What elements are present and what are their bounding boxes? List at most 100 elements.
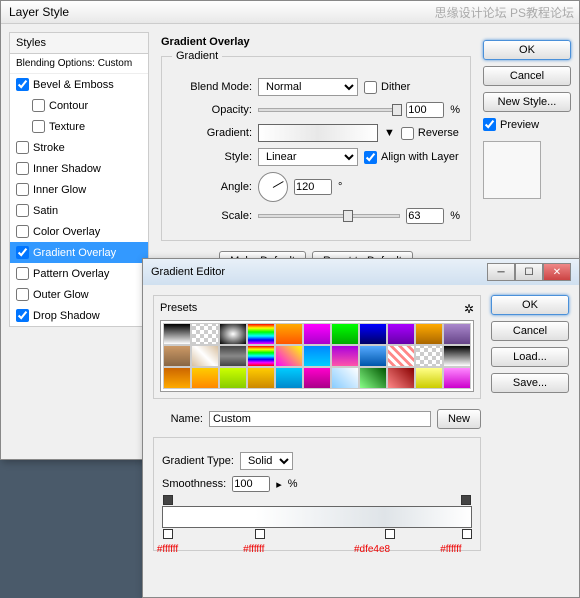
scale-input[interactable] <box>406 208 444 224</box>
align-label: Align with Layer <box>381 151 459 163</box>
blending-options-item[interactable]: Blending Options: Custom <box>10 54 148 74</box>
style-checkbox[interactable] <box>16 225 29 238</box>
preset-swatch[interactable] <box>275 323 303 345</box>
style-select[interactable]: Linear <box>258 148 358 166</box>
color-stop[interactable] <box>255 529 265 539</box>
preset-swatch[interactable] <box>443 323 471 345</box>
style-checkbox[interactable] <box>16 246 29 259</box>
opacity-stop[interactable] <box>461 495 471 505</box>
ge-ok-button[interactable]: OK <box>491 295 569 315</box>
style-item-outer-glow[interactable]: Outer Glow <box>10 284 148 305</box>
style-item-satin[interactable]: Satin <box>10 200 148 221</box>
stop-hex-label: #ffffff <box>243 544 264 555</box>
style-item-contour[interactable]: Contour <box>10 95 148 116</box>
preset-swatch[interactable] <box>163 323 191 345</box>
preset-swatch[interactable] <box>331 345 359 367</box>
preset-swatch[interactable] <box>219 345 247 367</box>
color-stop[interactable] <box>462 529 472 539</box>
preset-swatch[interactable] <box>415 367 443 389</box>
ge-cancel-button[interactable]: Cancel <box>491 321 569 341</box>
preset-swatch[interactable] <box>247 367 275 389</box>
style-item-bevel-emboss[interactable]: Bevel & Emboss <box>10 74 148 95</box>
preset-swatch[interactable] <box>247 345 275 367</box>
preset-swatch[interactable] <box>219 323 247 345</box>
pct-label: % <box>450 104 460 116</box>
style-checkbox[interactable] <box>16 78 29 91</box>
preset-swatch[interactable] <box>443 345 471 367</box>
ge-load-button[interactable]: Load... <box>491 347 569 367</box>
preset-swatch[interactable] <box>247 323 275 345</box>
cancel-button[interactable]: Cancel <box>483 66 571 86</box>
style-item-texture[interactable]: Texture <box>10 116 148 137</box>
new-gradient-button[interactable]: New <box>437 409 481 429</box>
align-checkbox[interactable] <box>364 151 377 164</box>
preset-swatch[interactable] <box>303 323 331 345</box>
style-checkbox[interactable] <box>16 183 29 196</box>
new-style-button[interactable]: New Style... <box>483 92 571 112</box>
ge-save-button[interactable]: Save... <box>491 373 569 393</box>
style-item-inner-glow[interactable]: Inner Glow <box>10 179 148 200</box>
preset-swatch[interactable] <box>191 345 219 367</box>
preset-swatch[interactable] <box>415 345 443 367</box>
preset-swatch[interactable] <box>303 345 331 367</box>
style-checkbox[interactable] <box>16 267 29 280</box>
preset-swatch[interactable] <box>191 367 219 389</box>
style-checkbox[interactable] <box>16 162 29 175</box>
color-stop[interactable] <box>163 529 173 539</box>
gradient-editor-titlebar[interactable]: Gradient Editor ─ ☐ ✕ <box>143 259 579 285</box>
preset-swatch[interactable] <box>359 345 387 367</box>
preset-swatch[interactable] <box>415 323 443 345</box>
preset-swatch[interactable] <box>387 367 415 389</box>
preset-swatch[interactable] <box>359 367 387 389</box>
preset-swatch[interactable] <box>275 367 303 389</box>
close-icon[interactable]: ✕ <box>543 263 571 281</box>
style-checkbox[interactable] <box>16 309 29 322</box>
preset-swatch[interactable] <box>359 323 387 345</box>
preset-swatch[interactable] <box>163 367 191 389</box>
ok-button[interactable]: OK <box>483 40 571 60</box>
smoothness-input[interactable] <box>232 476 270 492</box>
preset-swatch[interactable] <box>387 345 415 367</box>
gradient-name-input[interactable] <box>209 411 431 427</box>
preset-swatch[interactable] <box>191 323 219 345</box>
style-item-pattern-overlay[interactable]: Pattern Overlay <box>10 263 148 284</box>
preset-swatch[interactable] <box>331 367 359 389</box>
dropdown-icon[interactable]: ▸ <box>276 478 282 491</box>
preset-swatch[interactable] <box>387 323 415 345</box>
dropdown-icon[interactable]: ▼ <box>384 127 395 139</box>
preset-swatch[interactable] <box>219 367 247 389</box>
preset-swatch[interactable] <box>275 345 303 367</box>
style-checkbox[interactable] <box>16 204 29 217</box>
style-checkbox[interactable] <box>16 141 29 154</box>
reverse-checkbox[interactable] <box>401 127 414 140</box>
style-item-drop-shadow[interactable]: Drop Shadow <box>10 305 148 326</box>
gradient-picker[interactable] <box>258 124 378 142</box>
style-item-inner-shadow[interactable]: Inner Shadow <box>10 158 148 179</box>
preview-checkbox[interactable] <box>483 118 496 131</box>
style-item-color-overlay[interactable]: Color Overlay <box>10 221 148 242</box>
preset-swatch[interactable] <box>163 345 191 367</box>
blend-mode-select[interactable]: Normal <box>258 78 358 96</box>
opacity-stop[interactable] <box>163 495 173 505</box>
style-item-gradient-overlay[interactable]: Gradient Overlay <box>10 242 148 263</box>
preset-swatch[interactable] <box>443 367 471 389</box>
color-stop[interactable] <box>385 529 395 539</box>
opacity-slider[interactable] <box>258 108 400 112</box>
angle-dial[interactable] <box>258 172 288 202</box>
preset-swatch[interactable] <box>303 367 331 389</box>
style-checkbox[interactable] <box>32 120 45 133</box>
scale-slider[interactable] <box>258 214 400 218</box>
style-checkbox[interactable] <box>32 99 45 112</box>
preset-swatch[interactable] <box>331 323 359 345</box>
style-checkbox[interactable] <box>16 288 29 301</box>
dither-checkbox[interactable] <box>364 81 377 94</box>
gradient-type-select[interactable]: Solid <box>240 452 293 470</box>
minimize-icon[interactable]: ─ <box>487 263 515 281</box>
opacity-input[interactable] <box>406 102 444 118</box>
styles-header[interactable]: Styles <box>10 33 148 54</box>
style-item-stroke[interactable]: Stroke <box>10 137 148 158</box>
gradient-bar[interactable]: #ffffff #ffffff #dfe4e8 #ffffff <box>162 506 472 528</box>
gear-icon[interactable]: ✲ <box>464 302 474 316</box>
angle-input[interactable] <box>294 179 332 195</box>
maximize-icon[interactable]: ☐ <box>515 263 543 281</box>
